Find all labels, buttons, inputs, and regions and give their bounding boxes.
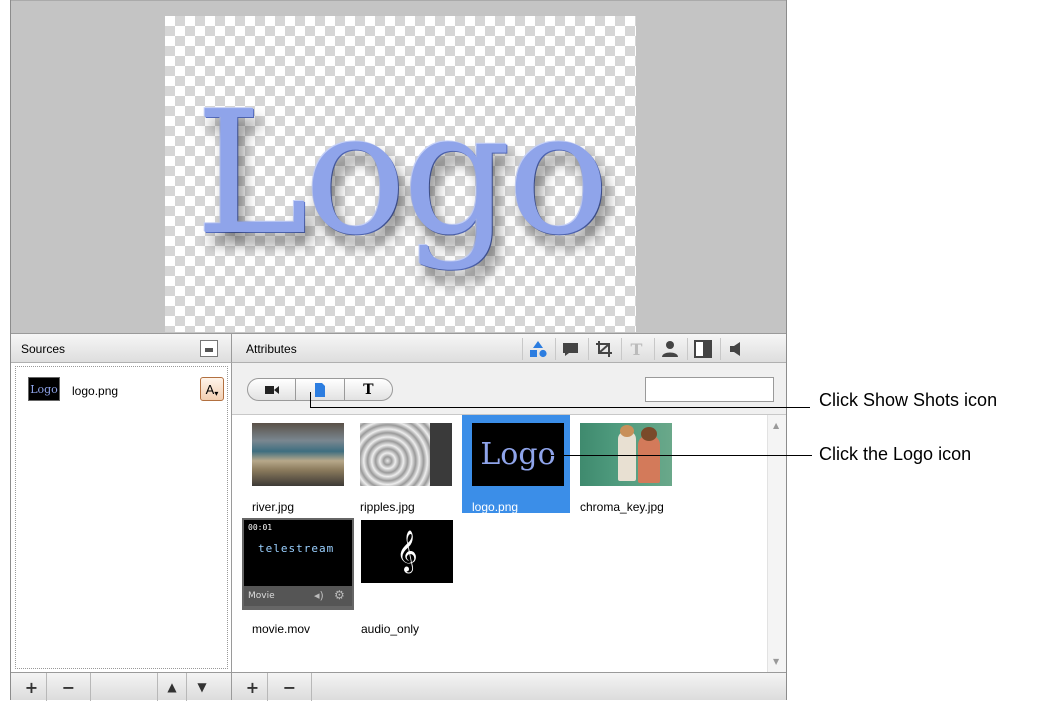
- show-shots-callout-tick: [310, 392, 311, 408]
- gear-icon: ⚙: [334, 588, 345, 602]
- media-item[interactable]: 𝄞 audio_only: [350, 518, 458, 636]
- media-thumbnail: [252, 423, 344, 486]
- video-camera-icon[interactable]: [248, 379, 295, 400]
- caption-icon[interactable]: [555, 338, 585, 360]
- attributes-header: Attributes T: [232, 333, 786, 363]
- show-shots-callout-line: [310, 407, 810, 408]
- media-item[interactable]: river.jpg: [242, 415, 350, 514]
- media-scrollbar[interactable]: ▲ ▼: [767, 415, 786, 672]
- source-thumbnail[interactable]: Logo: [28, 377, 60, 401]
- attributes-bottom-bar: + −: [232, 672, 786, 701]
- logo-callout-line: [550, 455, 812, 456]
- sources-title: Sources: [21, 342, 66, 356]
- text-T-icon[interactable]: T: [345, 379, 392, 400]
- preview-logo: Logo: [195, 75, 609, 273]
- source-name[interactable]: logo.png: [72, 384, 118, 398]
- media-label: river.jpg: [252, 500, 295, 514]
- preview-canvas: Logo: [165, 16, 636, 332]
- sources-bottom-bar: + − ▲ ▼: [11, 672, 232, 701]
- filter-input[interactable]: [645, 377, 774, 402]
- movie-thumbnail: 00:01 telestream: [244, 520, 352, 586]
- media-item[interactable]: chroma_key.jpg: [570, 415, 678, 514]
- scroll-down-icon[interactable]: ▼: [773, 657, 779, 666]
- text-icon[interactable]: T: [621, 338, 651, 360]
- sources-header: Sources: [11, 333, 232, 363]
- volume-icon: ◂): [314, 589, 324, 602]
- move-down-button[interactable]: ▼: [187, 673, 217, 701]
- sources-panel: Logo logo.png A ▾: [11, 363, 232, 672]
- media-item[interactable]: 00:01 telestream Movie ◂) ⚙ movie.mov: [242, 518, 354, 636]
- media-label: movie.mov: [252, 622, 311, 636]
- media-label: logo.png: [472, 500, 519, 514]
- logo-callout: Click the Logo icon: [819, 444, 972, 464]
- move-up-button[interactable]: ▲: [157, 673, 187, 701]
- view-segment-control: T: [247, 378, 393, 401]
- show-shots-icon[interactable]: [295, 379, 345, 400]
- split-icon[interactable]: [687, 338, 717, 360]
- scroll-up-icon[interactable]: ▲: [773, 421, 779, 430]
- media-grid: river.jpg ripples.jpg Logo logo.png chro…: [232, 415, 767, 672]
- show-shots-callout: Click Show Shots icon: [819, 390, 998, 410]
- audio-thumbnail: 𝄞: [361, 520, 453, 583]
- movie-timecode: 00:01: [248, 523, 273, 532]
- speaker-icon[interactable]: [720, 338, 750, 360]
- media-label: audio_only: [361, 622, 420, 636]
- media-item-selected[interactable]: Logo logo.png: [462, 415, 570, 514]
- movie-footer: Movie ◂) ⚙: [244, 586, 352, 606]
- add-source-button[interactable]: +: [17, 673, 47, 701]
- media-item[interactable]: ripples.jpg: [350, 415, 458, 514]
- attributes-title: Attributes: [246, 342, 297, 356]
- remove-media-button[interactable]: −: [268, 673, 312, 701]
- add-media-button[interactable]: +: [238, 673, 268, 701]
- shapes-icon[interactable]: [522, 338, 552, 360]
- movie-footer-label: Movie: [248, 591, 275, 601]
- sources-window-icon[interactable]: [200, 340, 218, 357]
- attributes-panel: T river.jpg ripples.jpg Logo logo.png ch…: [232, 363, 786, 672]
- preview-area: Logo: [11, 0, 786, 333]
- person-icon[interactable]: [654, 338, 684, 360]
- crop-icon[interactable]: [588, 338, 618, 360]
- movie-brand: telestream: [258, 542, 335, 555]
- sources-list: Logo logo.png A ▾: [15, 366, 228, 669]
- source-attributes-button[interactable]: A ▾: [200, 377, 224, 401]
- media-label: ripples.jpg: [360, 500, 415, 514]
- media-label: chroma_key.jpg: [580, 500, 664, 514]
- app-window: Logo Sources Attributes T Logo logo.png …: [10, 0, 787, 701]
- remove-source-button[interactable]: −: [47, 673, 91, 701]
- source-badge: A: [205, 381, 215, 397]
